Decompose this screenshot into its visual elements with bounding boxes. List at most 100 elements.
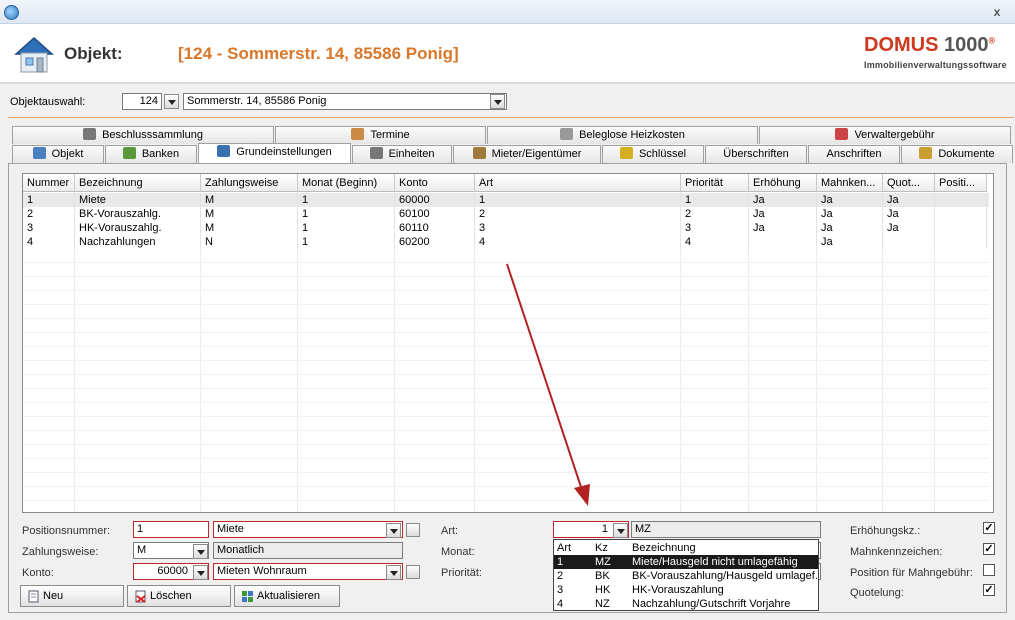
popup-option[interactable]: 4 NZ Nachzahlung/Gutschrift Vorjahre	[554, 597, 818, 611]
column-header[interactable]: Bezeichnung	[75, 174, 201, 192]
art-value: 1	[601, 523, 608, 535]
new-button-label: Neu	[43, 590, 64, 602]
column-header[interactable]: Positi...	[935, 174, 987, 192]
object-address-value: Sommerstr. 14, 85586 Ponig	[187, 95, 327, 107]
object-number-field[interactable]: 124	[122, 93, 162, 110]
tab-label: Beschlusssammlung	[102, 129, 203, 141]
popup-cell: Art	[557, 542, 572, 554]
quotelung-label: Quotelung:	[850, 587, 904, 599]
tab-verwaltergeb-hr[interactable]: Verwaltergebühr	[759, 126, 1011, 144]
table-cell: 1	[681, 193, 749, 207]
art-dropdown-list[interactable]: Art Kz Bezeichnung 1 MZ Miete/Hausgeld nicht …	[553, 539, 819, 611]
tab-schlüssel[interactable]: Schlüssel	[602, 145, 704, 163]
table-cell: 3	[475, 221, 681, 235]
zahlungsweise-dropdown-button[interactable]	[193, 544, 208, 559]
mahnkennzeichen-checkbox[interactable]: ✓	[983, 543, 995, 555]
tab-beleglose-heizkosten[interactable]: Beleglose Heizkosten	[487, 126, 758, 144]
popup-option[interactable]: 2 BK BK-Vorauszahlung/Hausgeld umlagef.	[554, 569, 818, 583]
column-header[interactable]: Art	[475, 174, 681, 192]
table-cell: HK-Vorauszahlg.	[75, 221, 201, 235]
object-address-dropdown-button[interactable]	[490, 94, 505, 109]
tab-überschriften[interactable]: Überschriften	[705, 145, 807, 163]
tab-objekt[interactable]: Objekt	[12, 145, 104, 163]
erhoehung-checkbox[interactable]: ✓	[983, 522, 995, 534]
table-cell: 4	[681, 235, 749, 249]
object-address-select[interactable]: Sommerstr. 14, 85586 Ponig	[183, 93, 507, 110]
check-mark-icon: ✓	[984, 543, 994, 555]
tab-dokumente[interactable]: Dokumente	[901, 145, 1013, 163]
table-row[interactable]: 3 HK-Vorauszahlg. M 1 60110 3 3 Ja Ja Ja	[23, 221, 989, 235]
tab-grundeinstellungen[interactable]: Grundeinstellungen	[198, 143, 351, 164]
tab-mieter-eigentümer[interactable]: Mieter/Eigentümer	[453, 145, 601, 163]
konto-dropdown-button[interactable]	[193, 565, 208, 580]
column-header[interactable]: Monat (Beginn)	[298, 174, 395, 192]
column-header[interactable]: Quot...	[883, 174, 935, 192]
app-globe-icon	[4, 5, 19, 20]
konto-edit-button[interactable]	[406, 565, 420, 579]
table-cell: 1	[298, 207, 395, 221]
table-cell: Ja	[749, 193, 817, 207]
table-cell: N	[201, 235, 298, 249]
table-cell: 1	[475, 193, 681, 207]
new-button[interactable]: Neu	[20, 585, 124, 607]
tab-label: Einheiten	[388, 148, 435, 160]
zahlungsweise-text: Monatlich	[213, 542, 403, 559]
tab-anschriften[interactable]: Anschriften	[808, 145, 900, 163]
art-dropdown-button[interactable]	[613, 523, 628, 538]
konto-text-value: Mieten Wohnraum	[217, 565, 307, 577]
table-cell: 4	[23, 235, 75, 249]
bezeichnung-select[interactable]: Miete	[213, 521, 403, 538]
quotelung-checkbox[interactable]: ✓	[983, 584, 995, 596]
position-mahngebuehr-label: Position für Mahngebühr:	[850, 567, 973, 579]
table-row[interactable]: 1 Miete M 1 60000 1 1 Ja Ja Ja	[23, 193, 989, 207]
popup-cell: Bezeichnung	[632, 542, 696, 554]
refresh-button-label: Aktualisieren	[257, 590, 320, 602]
table-cell: 4	[475, 235, 681, 249]
bezeichnung-dropdown-button[interactable]	[386, 523, 401, 538]
table-cell	[935, 193, 987, 207]
tab-label: Banken	[141, 148, 180, 160]
table-cell: Ja	[817, 235, 883, 249]
tab-termine[interactable]: Termine	[275, 126, 486, 144]
table-row[interactable]: 2 BK-Vorauszahlg. M 1 60100 2 2 Ja Ja Ja	[23, 207, 989, 221]
column-header[interactable]: Erhöhung	[749, 174, 817, 192]
tab-banken[interactable]: Banken	[105, 145, 197, 163]
tab-einheiten[interactable]: Einheiten	[352, 145, 452, 163]
column-header[interactable]: Priorität	[681, 174, 749, 192]
tab-beschlusssammlung[interactable]: Beschlusssammlung	[12, 126, 274, 144]
tab-label: Schlüssel	[638, 148, 687, 160]
table-cell: 1	[298, 193, 395, 207]
annotation-arrow	[506, 263, 590, 506]
konto-text-dropdown-button[interactable]	[386, 565, 401, 580]
settings-grid-icon	[217, 145, 231, 157]
popup-option[interactable]: 3 HK HK-Vorauszahlung	[554, 583, 818, 597]
refresh-button[interactable]: Aktualisieren	[234, 585, 340, 607]
popup-cell: 4	[557, 598, 564, 610]
table-cell: 1	[298, 235, 395, 249]
position-mahngebuehr-checkbox[interactable]	[983, 564, 995, 576]
checklist-icon	[835, 128, 849, 140]
objektauswahl-label: Objektauswahl:	[10, 96, 86, 108]
column-header[interactable]: Nummer	[23, 174, 75, 192]
column-header[interactable]: Konto	[395, 174, 475, 192]
object-header: Objekt: [124 - Sommerstr. 14, 85586 Poni…	[0, 24, 1015, 84]
popup-option[interactable]: 1 MZ Miete/Hausgeld nicht umlagefähig	[554, 555, 818, 569]
konto-text-select[interactable]: Mieten Wohnraum	[213, 563, 403, 580]
tab-label: Termine	[370, 129, 410, 141]
object-number-dropdown-button[interactable]	[164, 94, 179, 109]
popup-cell: MZ	[595, 556, 611, 568]
table-row[interactable]: 4 Nachzahlungen N 1 60200 4 4 Ja	[23, 235, 989, 249]
column-header[interactable]: Mahnken...	[817, 174, 883, 192]
tab-label: Überschriften	[723, 148, 789, 160]
table-cell: Miete	[75, 193, 201, 207]
bezeichnung-edit-button[interactable]	[406, 523, 420, 537]
close-icon[interactable]: x	[989, 4, 1005, 20]
popup-cell: Miete/Hausgeld nicht umlagefähig	[632, 556, 798, 568]
delete-button[interactable]: Löschen	[127, 585, 231, 607]
table-cell	[749, 235, 817, 249]
table-cell	[935, 235, 987, 249]
positionsnummer-field[interactable]: 1	[133, 521, 209, 538]
column-header[interactable]: Zahlungsweise	[201, 174, 298, 192]
bezeichnung-value: Miete	[217, 523, 244, 535]
tag-icon	[560, 128, 574, 140]
